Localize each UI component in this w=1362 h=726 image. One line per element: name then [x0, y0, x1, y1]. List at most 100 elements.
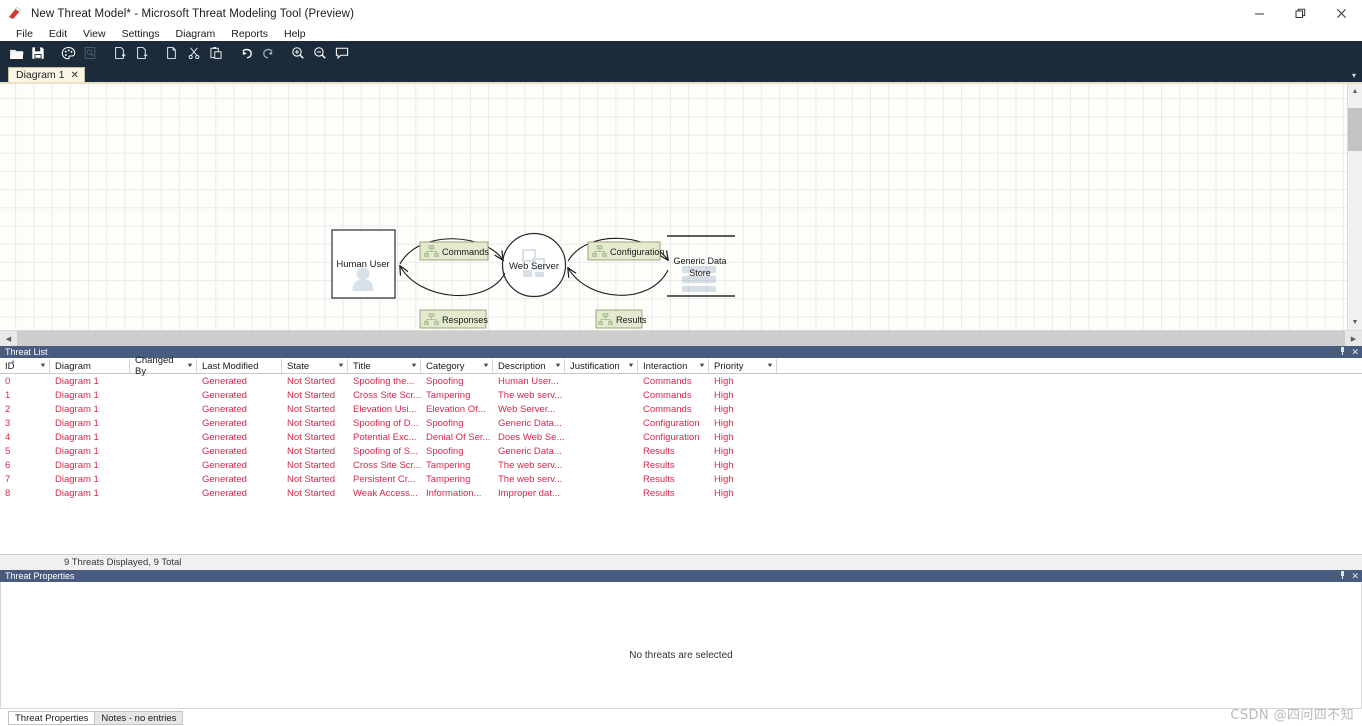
copy-icon[interactable] [162, 43, 182, 63]
palette-icon[interactable] [58, 43, 78, 63]
tab-threat-properties[interactable]: Threat Properties [8, 711, 96, 725]
filter-dropdown-icon[interactable]: ▼ [766, 363, 774, 369]
save-icon[interactable] [28, 43, 48, 63]
table-cell-interaction: Results [643, 473, 675, 485]
pin-icon[interactable] [1339, 347, 1346, 357]
node-generic-data-store: Generic Data Store [667, 235, 735, 297]
chevron-down-icon[interactable]: ▾ [1352, 71, 1356, 80]
filter-dropdown-icon[interactable]: ▼ [410, 363, 418, 369]
filter-dropdown-icon[interactable]: ▼ [482, 363, 490, 369]
report-icon[interactable] [80, 43, 100, 63]
add-page-icon[interactable] [110, 43, 130, 63]
table-cell-category: Spoofing [426, 375, 464, 387]
node-human-user: Human User [331, 229, 396, 299]
restore-button[interactable] [1280, 0, 1321, 27]
column-header-justification[interactable]: Justification ▼ [565, 359, 638, 373]
table-cell-interaction: Configuration [643, 417, 700, 429]
zoom-out-icon[interactable] [310, 43, 330, 63]
column-header-state[interactable]: State ▼ [282, 359, 348, 373]
column-header-description[interactable]: Description ▼ [493, 359, 565, 373]
comment-icon[interactable] [332, 43, 352, 63]
table-cell-state: Not Started [287, 445, 336, 457]
table-row[interactable]: 6 Diagram 1 Generated Not Started Cross Site… [0, 458, 1362, 472]
table-cell-last_modified: Generated [202, 417, 247, 429]
table-row[interactable]: 5 Diagram 1 Generated Not Started Spoofing o… [0, 444, 1362, 458]
close-icon[interactable]: ✕ [1351, 571, 1359, 582]
remove-page-icon[interactable] [132, 43, 152, 63]
threat-list-body[interactable]: 0 Diagram 1 Generated Not Started Spoofing t… [0, 374, 1362, 500]
table-cell-id: 1 [5, 389, 11, 401]
table-cell-last_modified: Generated [202, 473, 247, 485]
canvas-vertical-scrollbar[interactable]: ▲ ▼ [1347, 84, 1362, 330]
filter-dropdown-icon[interactable]: ▼ [337, 363, 345, 369]
flow-line-results [568, 268, 669, 296]
threat-properties-panel-header: Threat Properties ✕ [0, 570, 1362, 582]
table-cell-title: Potential Exc... [353, 431, 417, 443]
filter-dropdown-icon[interactable]: ▼ [554, 363, 562, 369]
document-tab-strip: Diagram 1 ✕ ▾ [0, 65, 1362, 82]
menu-settings[interactable]: Settings [114, 27, 168, 41]
close-icon[interactable]: ✕ [70, 70, 78, 81]
redo-icon[interactable] [258, 43, 278, 63]
table-cell-title: Cross Site Scr... [353, 459, 421, 471]
column-header-title[interactable]: Title ▼ [348, 359, 421, 373]
diagram-canvas[interactable]: Human User Web Server Generic Data Store… [0, 82, 1362, 330]
zoom-in-icon[interactable] [288, 43, 308, 63]
table-row[interactable]: 2 Diagram 1 Generated Not Started Elevation … [0, 402, 1362, 416]
column-header-diagram[interactable]: Diagram [50, 359, 130, 373]
filter-dropdown-icon[interactable]: ▼ [186, 363, 194, 369]
canvas-horizontal-scrollbar[interactable]: ◀ ▶ [0, 330, 1362, 346]
filter-dropdown-icon[interactable]: ▼ [39, 363, 47, 369]
node-generic-data-store-label2: Store [689, 268, 711, 278]
column-header-interaction[interactable]: Interaction ▼ [638, 359, 709, 373]
scroll-right-icon[interactable]: ▶ [1345, 331, 1362, 346]
close-icon[interactable]: ✕ [1351, 347, 1359, 358]
table-row[interactable]: 8 Diagram 1 Generated Not Started Weak Acces… [0, 486, 1362, 500]
menu-edit[interactable]: Edit [41, 27, 75, 41]
menu-view[interactable]: View [75, 27, 114, 41]
scroll-down-icon[interactable]: ▼ [1348, 315, 1362, 330]
filter-dropdown-icon[interactable]: ▼ [698, 363, 706, 369]
column-header-label: Priority [714, 360, 744, 372]
column-header-id[interactable]: ▲ ID ▼ [0, 359, 50, 373]
scroll-left-icon[interactable]: ◀ [0, 331, 17, 346]
menu-reports[interactable]: Reports [223, 27, 276, 41]
menu-help[interactable]: Help [276, 27, 314, 41]
undo-icon[interactable] [236, 43, 256, 63]
flow-line-responses [400, 266, 506, 297]
column-header-last_modified[interactable]: Last Modified [197, 359, 282, 373]
column-header-category[interactable]: Category ▼ [421, 359, 493, 373]
paste-icon[interactable] [206, 43, 226, 63]
table-cell-priority: High [714, 417, 734, 429]
pin-icon[interactable] [1339, 571, 1346, 581]
column-header-priority[interactable]: Priority ▼ [709, 359, 777, 373]
hscroll-thumb[interactable] [17, 331, 1345, 346]
table-row[interactable]: 0 Diagram 1 Generated Not Started Spoofing t… [0, 374, 1362, 388]
minimize-button[interactable] [1239, 0, 1280, 27]
flow-label-commands-text: Commands [442, 247, 489, 257]
open-icon[interactable] [6, 43, 26, 63]
table-row[interactable]: 3 Diagram 1 Generated Not Started Spoofing o… [0, 416, 1362, 430]
table-row[interactable]: 1 Diagram 1 Generated Not Started Cross Site… [0, 388, 1362, 402]
menu-diagram[interactable]: Diagram [168, 27, 224, 41]
table-cell-diagram: Diagram 1 [55, 445, 99, 457]
main-toolbar [0, 41, 1362, 65]
table-cell-last_modified: Generated [202, 445, 247, 457]
scroll-up-icon[interactable]: ▲ [1348, 84, 1362, 99]
table-cell-diagram: Diagram 1 [55, 403, 99, 415]
table-row[interactable]: 7 Diagram 1 Generated Not Started Persistent… [0, 472, 1362, 486]
vscroll-thumb[interactable] [1348, 108, 1362, 151]
filter-dropdown-icon[interactable]: ▼ [627, 363, 635, 369]
menu-file[interactable]: File [8, 27, 41, 41]
tab-notes[interactable]: Notes - no entries [95, 711, 184, 725]
table-cell-interaction: Commands [643, 375, 692, 387]
table-cell-priority: High [714, 375, 734, 387]
close-button[interactable] [1321, 0, 1362, 27]
tab-diagram-1[interactable]: Diagram 1 ✕ [8, 67, 85, 82]
table-cell-id: 8 [5, 487, 11, 499]
cut-icon[interactable] [184, 43, 204, 63]
table-row[interactable]: 4 Diagram 1 Generated Not Started Potential … [0, 430, 1362, 444]
column-header-changed_by[interactable]: Changed By ▼ [130, 355, 197, 377]
table-cell-priority: High [714, 431, 734, 443]
table-cell-title: Elevation Usi... [353, 403, 417, 415]
